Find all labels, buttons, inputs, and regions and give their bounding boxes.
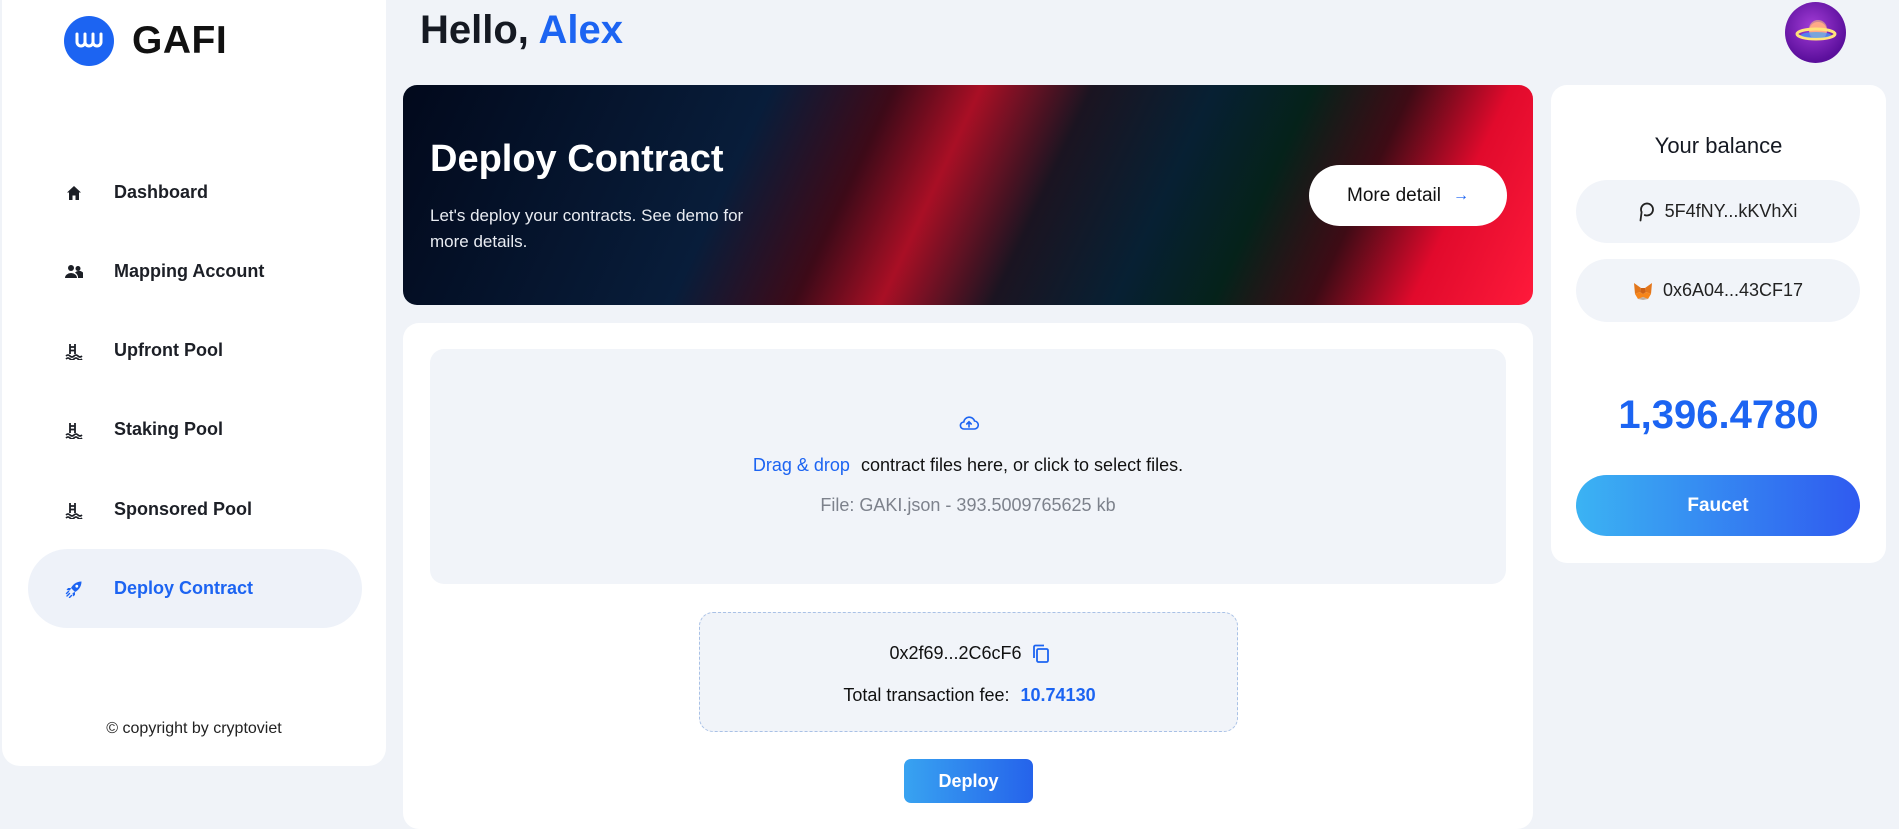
selected-file-info: File: GAKI.json - 393.5009765625 kb [820, 495, 1116, 515]
banner-title: Deploy Contract [430, 138, 724, 180]
sidebar-item-label: Deploy Contract [114, 578, 254, 598]
sidebar-item-label: Upfront Pool [114, 340, 223, 360]
sidebar-item-sponsored-pool[interactable]: Sponsored Pool [28, 470, 362, 549]
sidebar-item-upfront-pool[interactable]: Upfront Pool [28, 311, 362, 390]
balance-title: Your balance [1654, 133, 1783, 158]
pool-icon [64, 500, 84, 520]
copyright: © copyright by cryptoviet [106, 720, 282, 737]
contract-address-row: 0x2f69...2C6cF6 [700, 643, 1239, 664]
more-detail-button[interactable]: More detail → [1309, 165, 1507, 226]
sidebar-item-mapping-account[interactable]: Mapping Account [28, 232, 362, 311]
sidebar-item-dashboard[interactable]: Dashboard [28, 153, 362, 232]
polkadot-wallet-pill[interactable]: 5F4fNY...kKVhXi [1576, 180, 1860, 243]
metamask-wallet-pill[interactable]: 0x6A04...43CF17 [1576, 259, 1860, 322]
brand[interactable]: GAFI [64, 16, 227, 66]
sidebar-item-staking-pool[interactable]: Staking Pool [28, 390, 362, 469]
brand-name: GAFI [132, 19, 228, 62]
deploy-card: Drag & drop contract files here, or clic… [403, 323, 1533, 829]
polkadot-address: 5F4fNY...kKVhXi [1664, 201, 1798, 221]
faucet-button[interactable]: Faucet [1576, 475, 1860, 536]
sidebar-item-label: Mapping Account [114, 261, 265, 281]
metamask-address: 0x6A04...43CF17 [1662, 280, 1804, 300]
gafi-logo-icon [64, 16, 114, 66]
sidebar-item-deploy-contract[interactable]: Deploy Contract [28, 549, 362, 628]
pool-icon [64, 341, 84, 361]
fee-label: Total transaction fee: [843, 685, 1010, 705]
deploy-banner: Deploy Contract Let's deploy your contra… [403, 85, 1533, 305]
sidebar-item-label: Dashboard [114, 182, 209, 202]
arrow-right-icon: → [1453, 186, 1469, 204]
deploy-button[interactable]: Deploy [904, 759, 1033, 803]
transaction-fee-row: Total transaction fee: 10.74130 [700, 685, 1239, 706]
contract-address: 0x2f69...2C6cF6 [889, 643, 1022, 663]
fee-value: 10.74130 [1020, 685, 1096, 705]
avatar[interactable] [1785, 2, 1846, 63]
dropzone-instruction: Drag & drop contract files here, or clic… [430, 455, 1506, 476]
banner-description: Let's deploy your contracts. See demo fo… [430, 206, 744, 251]
transaction-summary: 0x2f69...2C6cF6 Total transaction fee: 1… [699, 612, 1238, 732]
cloud-upload-icon [959, 415, 980, 431]
more-detail-label: More detail [1347, 184, 1441, 206]
file-dropzone[interactable]: Drag & drop contract files here, or clic… [430, 349, 1506, 584]
home-icon [64, 183, 84, 203]
drag-drop-link[interactable]: Drag & drop [753, 455, 850, 475]
page-greeting: Hello, Alex [420, 8, 623, 53]
pool-icon [64, 420, 84, 440]
people-icon [64, 262, 84, 282]
avatar-planet-icon [1795, 19, 1836, 40]
rocket-icon [64, 579, 84, 599]
copy-icon[interactable] [1032, 644, 1050, 664]
greeting-text: Hello, [420, 8, 529, 52]
sidebar-item-label: Sponsored Pool [114, 499, 253, 519]
sidebar: GAFI Dashboard Mapping Account Upfront P… [2, 0, 386, 766]
metamask-fox-icon [1633, 282, 1653, 300]
polkadot-icon [1639, 202, 1655, 222]
sidebar-item-label: Staking Pool [114, 419, 224, 439]
dropzone-instruction-text: contract files here, or click to select … [860, 455, 1184, 475]
user-name: Alex [538, 8, 624, 52]
balance-amount: 1,396.4780 [1618, 393, 1819, 437]
balance-card: Your balance 5F4fNY...kKVhXi 0x6A04...43… [1551, 85, 1886, 563]
